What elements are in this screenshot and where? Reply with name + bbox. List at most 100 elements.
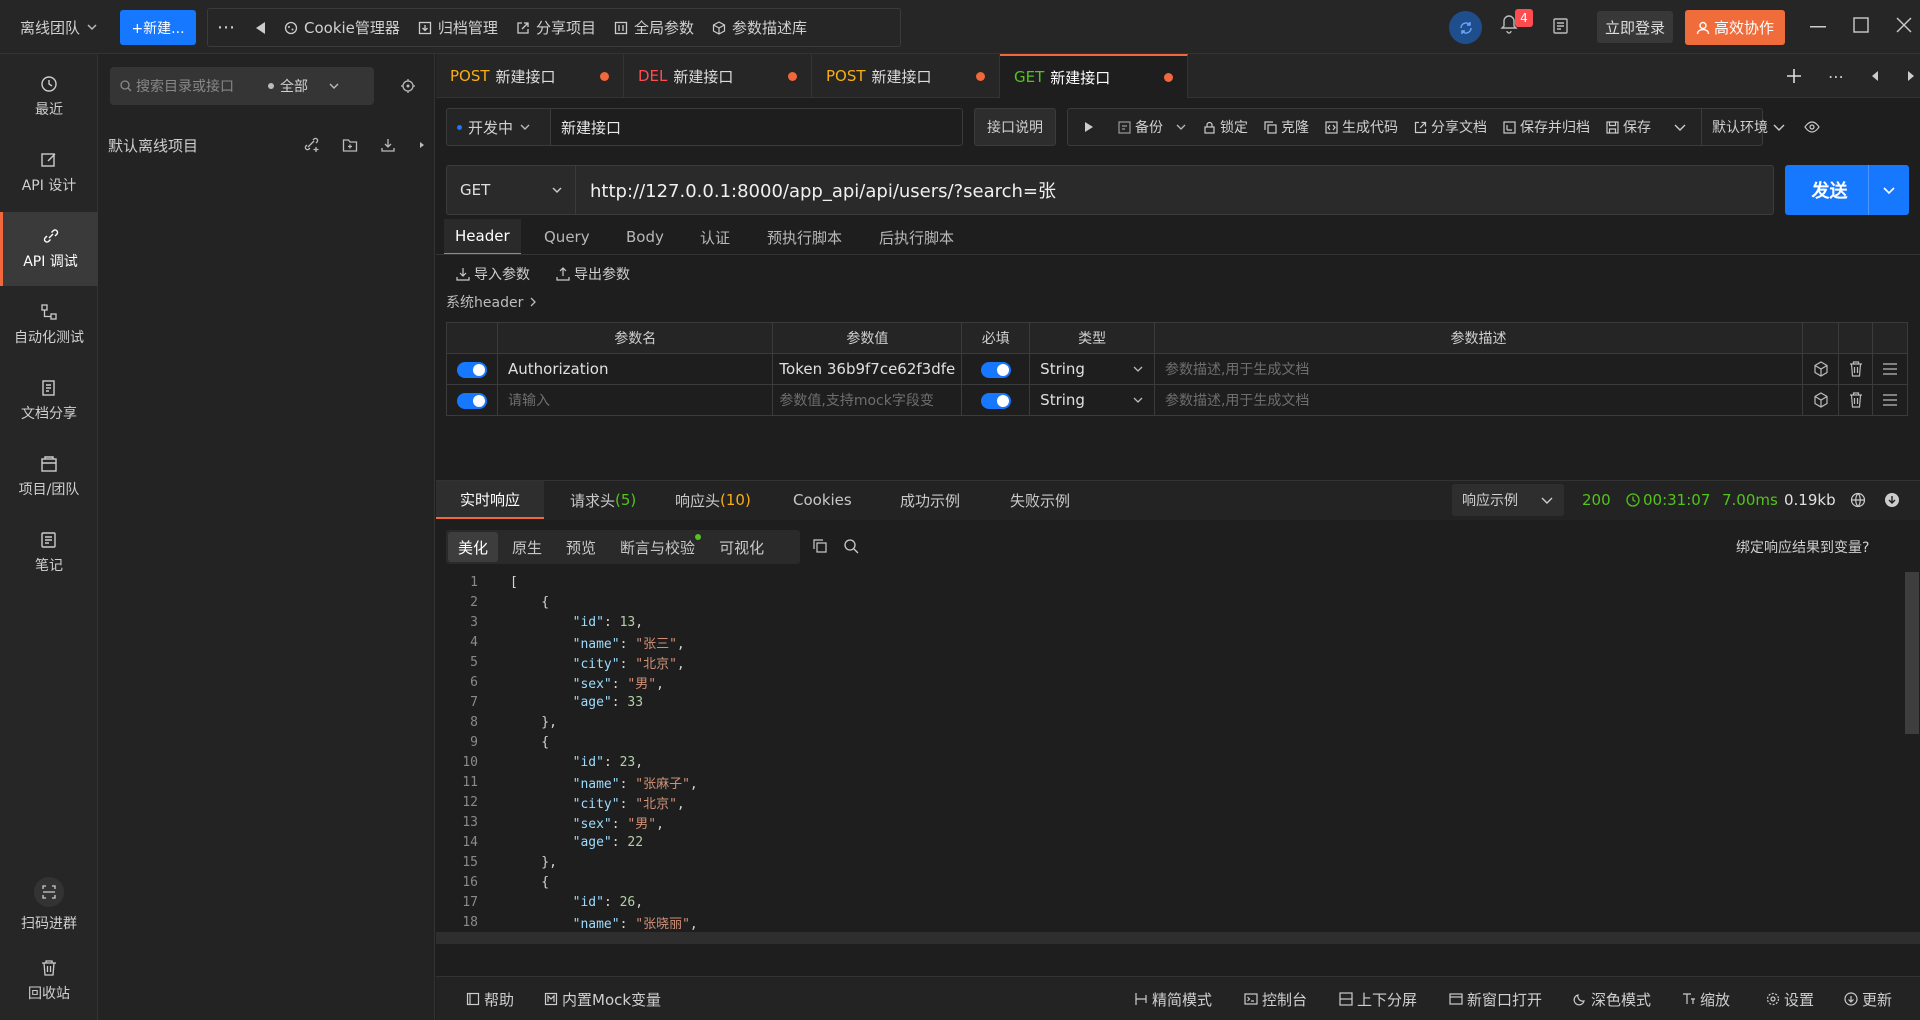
cube-icon[interactable]	[1813, 361, 1829, 377]
more-icon[interactable]: ⋯	[208, 9, 245, 46]
enable-toggle[interactable]	[457, 361, 487, 378]
view-preview[interactable]: 预览	[556, 532, 606, 562]
collapse-icon[interactable]	[245, 9, 275, 46]
required-toggle[interactable]	[980, 392, 1011, 409]
param-desc-input[interactable]: 参数描述,用于生成文档	[1153, 384, 1804, 416]
horizontal-scrollbar[interactable]	[436, 932, 1920, 944]
eye-icon[interactable]	[1796, 121, 1828, 133]
save-archive-button[interactable]: 保存并归档	[1495, 117, 1598, 137]
env-select[interactable]: 默认环境	[1702, 117, 1796, 137]
bind-response-var-link[interactable]: 绑定响应结果到变量?	[1736, 536, 1869, 558]
import-icon[interactable]	[380, 137, 396, 153]
save-button[interactable]: 保存	[1598, 117, 1659, 137]
send-options-icon[interactable]	[1869, 183, 1909, 197]
team-selector[interactable]: 离线团队	[0, 0, 100, 54]
add-folder-icon[interactable]	[342, 137, 358, 153]
system-header-toggle[interactable]: 系统header	[446, 291, 537, 313]
param-value-input[interactable]: Token 36b9f7ce62f3dfe	[772, 353, 963, 385]
export-params-button[interactable]: 导出参数	[556, 263, 630, 285]
api-explain-button[interactable]: 接口说明	[974, 108, 1056, 146]
required-toggle[interactable]	[980, 361, 1011, 378]
sync-button[interactable]	[1449, 11, 1482, 44]
archive-button[interactable]: 归档管理	[409, 9, 507, 46]
view-visual[interactable]: 可视化	[709, 532, 774, 562]
update-button[interactable]: 更新	[1844, 977, 1892, 1020]
tab-success-example[interactable]: 成功示例	[876, 481, 984, 519]
view-raw[interactable]: 原生	[502, 532, 552, 562]
mock-vars-button[interactable]: 内置Mock变量	[544, 977, 661, 1020]
rail-item-project-team[interactable]: 项目/团队	[0, 440, 98, 514]
console-button[interactable]: 控制台	[1244, 977, 1307, 1020]
type-select[interactable]: String	[1029, 384, 1155, 416]
method-select[interactable]: GET	[446, 165, 576, 215]
run-icon[interactable]	[1068, 121, 1110, 133]
globe-icon[interactable]	[1850, 482, 1866, 518]
tab-query[interactable]: Query	[533, 219, 601, 255]
tab-live-response[interactable]: 实时响应	[436, 481, 545, 519]
rail-item-doc-share[interactable]: 文档分享	[0, 364, 98, 438]
type-select[interactable]: String	[1029, 353, 1155, 385]
rail-item-recent[interactable]: 最近	[0, 60, 98, 134]
param-desc-library-button[interactable]: 参数描述库	[703, 9, 816, 46]
tab-pre-script[interactable]: 预执行脚本	[756, 219, 853, 255]
response-example-select[interactable]: 响应示例	[1452, 484, 1564, 516]
close-icon[interactable]	[1896, 17, 1912, 33]
vertical-scrollbar[interactable]	[1905, 572, 1919, 734]
add-api-icon[interactable]	[304, 137, 320, 153]
tab-more-icon[interactable]: ⋯	[1828, 67, 1844, 86]
param-desc-input[interactable]: 参数描述,用于生成文档	[1153, 353, 1804, 385]
more-arrow-icon[interactable]	[418, 140, 426, 150]
param-value-input[interactable]: 参数值,支持mock字段变	[772, 384, 963, 416]
tab-cookies[interactable]: Cookies	[769, 481, 876, 519]
drag-handle-icon[interactable]	[1882, 393, 1898, 407]
dark-mode-button[interactable]: 深色模式	[1573, 977, 1651, 1020]
rail-item-notes[interactable]: 笔记	[0, 516, 98, 590]
share-project-button[interactable]: 分享项目	[507, 9, 605, 46]
request-tab[interactable]: POST 新建接口	[436, 54, 624, 98]
save-options-icon[interactable]	[1659, 109, 1702, 145]
tab-auth[interactable]: 认证	[689, 219, 741, 255]
download-icon[interactable]	[1884, 482, 1900, 518]
delete-icon[interactable]	[1849, 392, 1863, 408]
view-assertion[interactable]: 断言与校验	[610, 532, 705, 562]
rail-item-scan-group[interactable]: 扫码进群	[0, 868, 98, 942]
tab-next-icon[interactable]	[1906, 70, 1916, 82]
share-doc-button[interactable]: 分享文档	[1406, 117, 1495, 137]
request-tab[interactable]: POST 新建接口	[812, 54, 1000, 98]
tab-body[interactable]: Body	[615, 219, 675, 255]
search-icon[interactable]	[843, 538, 859, 554]
global-params-button[interactable]: 全局参数	[605, 9, 703, 46]
settings-button[interactable]: 设置	[1766, 977, 1814, 1020]
import-params-button[interactable]: 导入参数	[456, 263, 530, 285]
project-root[interactable]: 默认离线项目	[108, 128, 428, 162]
param-name-input[interactable]: 请输入	[496, 384, 774, 416]
tab-response-headers[interactable]: 响应头 (10)	[651, 481, 775, 519]
status-select[interactable]: 开发中	[446, 108, 550, 146]
lock-button[interactable]: 锁定	[1195, 117, 1256, 137]
rail-item-automation[interactable]: 自动化测试	[0, 288, 98, 362]
api-name-input[interactable]: 新建接口	[550, 108, 963, 146]
request-tab[interactable]: DEL 新建接口	[624, 54, 812, 98]
minimize-icon[interactable]	[1810, 26, 1826, 28]
login-button[interactable]: 立即登录	[1597, 11, 1673, 43]
tab-post-script[interactable]: 后执行脚本	[868, 219, 965, 255]
drag-handle-icon[interactable]	[1882, 362, 1898, 376]
param-name-input[interactable]: Authorization	[496, 353, 774, 385]
new-button[interactable]: +新建...	[120, 10, 196, 45]
cube-icon[interactable]	[1813, 392, 1829, 408]
generate-code-button[interactable]: 生成代码	[1317, 117, 1406, 137]
add-tab-icon[interactable]	[1786, 68, 1802, 84]
help-button[interactable]: 帮助	[466, 977, 514, 1020]
compact-mode-button[interactable]: 精简模式	[1134, 977, 1212, 1020]
tab-request-headers[interactable]: 请求头 (5)	[546, 481, 660, 519]
url-input[interactable]: http://127.0.0.1:8000/app_api/api/users/…	[576, 165, 1774, 215]
zoom-button[interactable]: 缩放	[1682, 977, 1730, 1020]
filter-select[interactable]: 全部	[268, 67, 340, 105]
response-code-editor[interactable]: 1[2 {3 "id": 13, 4 "name": "张三", 5 "city":…	[436, 572, 1920, 932]
tab-header[interactable]: Header	[444, 219, 521, 255]
tab-fail-example[interactable]: 失败示例	[986, 481, 1094, 519]
rail-item-trash[interactable]: 回收站	[0, 944, 98, 1018]
delete-icon[interactable]	[1849, 361, 1863, 377]
view-beautify[interactable]: 美化	[448, 532, 499, 562]
enable-toggle[interactable]	[457, 392, 487, 409]
